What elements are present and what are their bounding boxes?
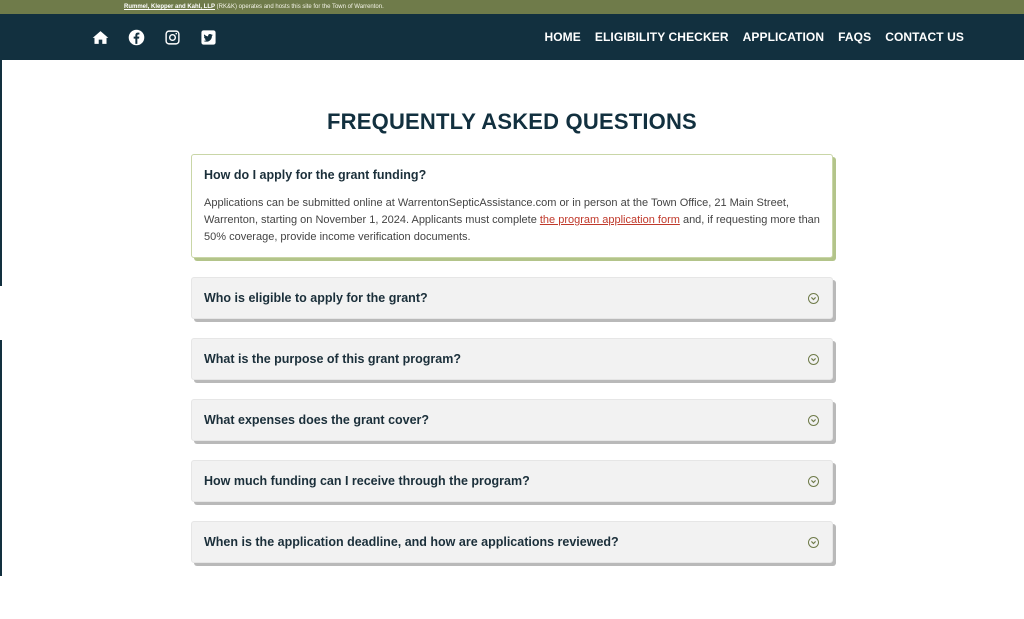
top-info-text: Rummel, Klepper and Kahl, LLP (RK&K) ope…	[0, 0, 1024, 14]
social-links	[91, 28, 218, 47]
faq-question: Who is eligible to apply for the grant?	[204, 291, 428, 305]
chevron-down-icon[interactable]	[808, 292, 819, 304]
left-edge-strip	[0, 340, 2, 576]
top-info-bar: Rummel, Klepper and Kahl, LLP (RK&K) ope…	[0, 0, 1024, 14]
twitter-icon[interactable]	[199, 28, 218, 47]
faq-item-funding[interactable]: How much funding can I receive through t…	[191, 460, 833, 502]
chevron-down-icon[interactable]	[808, 536, 819, 548]
faq-answer: Applications can be submitted online at …	[204, 195, 820, 246]
nav-eligibility-checker[interactable]: ELIGIBILITY CHECKER	[595, 30, 729, 44]
faq-accordion: How do I apply for the grant funding? Ap…	[191, 154, 833, 563]
facebook-icon[interactable]	[127, 28, 146, 47]
faq-question: What is the purpose of this grant progra…	[204, 352, 461, 366]
page-title: FREQUENTLY ASKED QUESTIONS	[327, 109, 697, 134]
chevron-down-icon[interactable]	[808, 353, 819, 365]
faq-question[interactable]: How do I apply for the grant funding?	[204, 168, 820, 182]
left-edge-strip	[0, 60, 2, 286]
chevron-down-icon[interactable]	[808, 475, 819, 487]
faq-question: How much funding can I receive through t…	[204, 474, 530, 488]
faq-question: When is the application deadline, and ho…	[204, 535, 619, 549]
faq-item-deadline[interactable]: When is the application deadline, and ho…	[191, 521, 833, 563]
faq-item-expanded[interactable]: How do I apply for the grant funding? Ap…	[191, 154, 833, 258]
faq-item-expenses[interactable]: What expenses does the grant cover?	[191, 399, 833, 441]
faq-question: What expenses does the grant cover?	[204, 413, 430, 427]
top-info-message: (RK&K) operates and hosts this site for …	[215, 4, 384, 10]
main-navigation: HOME ELIGIBILITY CHECKER APPLICATION FAQ…	[0, 14, 1024, 60]
home-icon[interactable]	[91, 28, 110, 47]
faq-item-eligibility[interactable]: Who is eligible to apply for the grant?	[191, 277, 833, 319]
primary-menu: HOME ELIGIBILITY CHECKER APPLICATION FAQ…	[544, 30, 964, 44]
nav-contact-us[interactable]: CONTACT US	[885, 30, 964, 44]
chevron-down-icon[interactable]	[808, 414, 819, 426]
faq-item-purpose[interactable]: What is the purpose of this grant progra…	[191, 338, 833, 380]
nav-application[interactable]: APPLICATION	[743, 30, 825, 44]
firm-link[interactable]: Rummel, Klepper and Kahl, LLP	[124, 4, 215, 10]
application-form-link[interactable]: the program application form	[540, 214, 680, 226]
instagram-icon[interactable]	[163, 28, 182, 47]
nav-faqs[interactable]: FAQS	[838, 30, 871, 44]
nav-home[interactable]: HOME	[544, 30, 580, 44]
